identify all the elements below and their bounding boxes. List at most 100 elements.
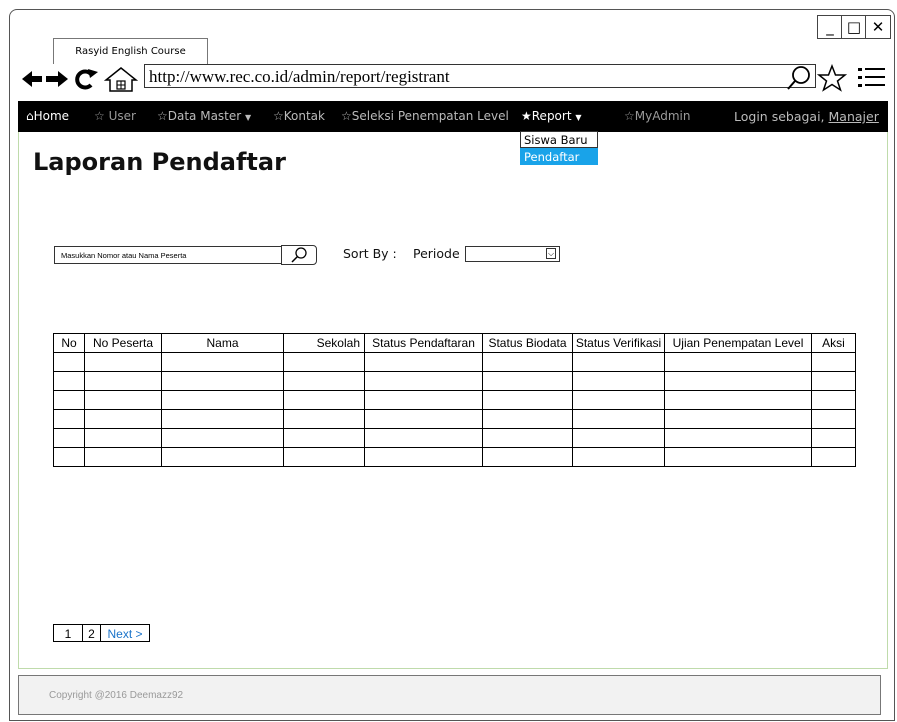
table-cell: [572, 447, 665, 467]
table-row: [53, 447, 856, 467]
sort-by-label: Sort By :: [343, 246, 397, 261]
table-row: [53, 390, 856, 410]
table-cell: [84, 390, 162, 410]
table-cell: [161, 352, 284, 372]
table-cell: [364, 447, 483, 467]
column-header-nama: Nama: [161, 333, 284, 353]
star-icon[interactable]: [816, 63, 848, 92]
column-header-no-peserta: No Peserta: [84, 333, 162, 353]
table-cell: [664, 447, 812, 467]
column-header-status-biodata: Status Biodata: [482, 333, 573, 353]
forward-arrow-icon[interactable]: [46, 71, 68, 87]
column-header-no: No: [53, 333, 85, 353]
table-cell: [364, 428, 483, 448]
table-cell: [283, 409, 365, 429]
maximize-button[interactable]: □: [841, 15, 867, 39]
login-user-link[interactable]: Manajer: [829, 109, 879, 124]
table-cell: [811, 409, 856, 429]
table-cell: [811, 447, 856, 467]
table-cell: [664, 371, 812, 391]
table-cell: [161, 447, 284, 467]
search-input[interactable]: Masukkan Nomor atau Nama Peserta: [54, 246, 282, 264]
table-cell: [664, 390, 812, 410]
report-dropdown-menu: Siswa Baru Pendaftar: [520, 131, 598, 165]
menu-item-seleksi[interactable]: ☆Seleksi Penempatan Level: [341, 101, 509, 132]
table-cell: [811, 371, 856, 391]
menu-item-home[interactable]: ⌂Home: [26, 101, 69, 132]
table-cell: [53, 390, 85, 410]
search-button[interactable]: [281, 245, 317, 265]
menu-item-user[interactable]: ☆ User: [94, 101, 136, 132]
table-cell: [161, 390, 284, 410]
table-cell: [811, 390, 856, 410]
table-cell: [161, 371, 284, 391]
menu-item-myadmin[interactable]: ☆MyAdmin: [624, 101, 690, 132]
reload-icon[interactable]: [75, 69, 98, 90]
table-cell: [53, 352, 85, 372]
periode-select[interactable]: ⌵: [465, 246, 560, 262]
table-cell: [53, 428, 85, 448]
table-cell: [364, 409, 483, 429]
table-cell: [811, 428, 856, 448]
dropdown-item-pendaftar[interactable]: Pendaftar: [520, 148, 598, 165]
chevron-down-icon: ⌵: [546, 248, 556, 259]
search-icon[interactable]: [787, 66, 810, 90]
chevron-down-icon: ▼: [245, 113, 252, 122]
table-cell: [572, 352, 665, 372]
table-cell: [283, 447, 365, 467]
table-cell: [572, 409, 665, 429]
table-cell: [482, 447, 573, 467]
table-cell: [572, 390, 665, 410]
minimize-icon: _: [826, 18, 834, 36]
table-cell: [283, 390, 365, 410]
table-cell: [572, 371, 665, 391]
table-cell: [84, 371, 162, 391]
table-cell: [84, 447, 162, 467]
table-cell: [161, 428, 284, 448]
next-page-button[interactable]: Next >: [100, 624, 150, 642]
menu-item-kontak[interactable]: ☆Kontak: [273, 101, 325, 132]
table-cell: [283, 428, 365, 448]
dropdown-item-siswa-baru[interactable]: Siswa Baru: [520, 131, 598, 148]
login-prefix: Login sebagai,: [734, 109, 829, 124]
data-master-label: ☆Data Master: [157, 109, 242, 123]
back-arrow-icon[interactable]: [22, 71, 42, 87]
table-cell: [84, 428, 162, 448]
table-cell: [664, 428, 812, 448]
table-cell: [572, 428, 665, 448]
table-cell: [811, 352, 856, 372]
table-cell: [84, 409, 162, 429]
browser-tab[interactable]: Rasyid English Course: [53, 38, 208, 64]
table-row: [53, 428, 856, 448]
nav-controls: [20, 66, 139, 92]
column-header-aksi: Aksi: [811, 333, 856, 353]
table-cell: [283, 352, 365, 372]
close-button[interactable]: ✕: [865, 15, 891, 39]
table-cell: [364, 390, 483, 410]
page-1-button[interactable]: 1: [53, 624, 83, 642]
maximize-icon: □: [846, 18, 862, 36]
table-cell: [161, 409, 284, 429]
table-cell: [664, 352, 812, 372]
table-header-row: No No Peserta Nama Sekolah Status Pendaf…: [53, 333, 856, 353]
menu-item-report[interactable]: ★Report ▼: [521, 101, 582, 133]
page-2-button[interactable]: 2: [82, 624, 101, 642]
column-header-sekolah: Sekolah: [283, 333, 365, 353]
table-cell: [53, 371, 85, 391]
menu-item-data-master[interactable]: ☆Data Master ▼: [157, 101, 251, 133]
table-row: [53, 352, 856, 372]
copyright-text: Copyright @2016 Deemazz92: [49, 690, 184, 701]
table-cell: [482, 352, 573, 372]
table-cell: [53, 409, 85, 429]
close-icon: ✕: [871, 18, 885, 36]
hamburger-menu-icon[interactable]: [858, 68, 885, 87]
url-bar[interactable]: http://www.rec.co.id/admin/report/regist…: [144, 64, 816, 88]
main-menu-bar: ⌂Home ☆ User ☆Data Master ▼ ☆Kontak ☆Sel…: [18, 101, 888, 132]
table-cell: [84, 352, 162, 372]
search-icon: [291, 247, 307, 263]
footer: Copyright @2016 Deemazz92: [18, 675, 881, 715]
table-cell: [664, 409, 812, 429]
home-icon[interactable]: [103, 67, 139, 92]
minimize-button[interactable]: _: [817, 15, 843, 39]
table-cell: [482, 409, 573, 429]
